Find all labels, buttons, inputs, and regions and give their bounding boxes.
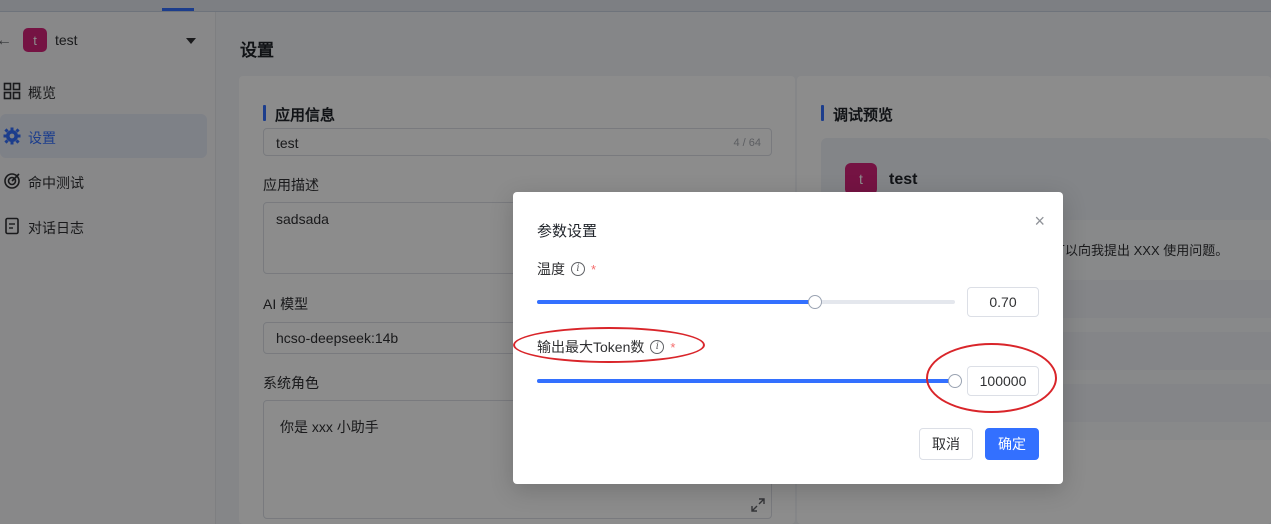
required-mark: * [670,339,676,355]
max-tokens-label-text: 输出最大Token数 [537,339,645,355]
temperature-input[interactable]: 0.70 [967,287,1039,317]
max-tokens-slider-thumb[interactable] [948,374,962,388]
required-mark: * [591,261,597,277]
max-tokens-slider-fill [537,379,955,383]
cancel-button[interactable]: 取消 [919,428,973,460]
dialog-title: 参数设置 [537,223,598,240]
close-icon[interactable]: × [1034,212,1045,230]
confirm-button[interactable]: 确定 [985,428,1039,460]
max-tokens-label: 输出最大Token数 i * [537,337,675,357]
temperature-slider-fill [537,300,815,304]
parameter-settings-dialog: 参数设置 × 温度 i * 0.70 输出最大Token数 i * 100000… [513,192,1063,484]
temperature-label: 温度 i * [537,259,596,279]
max-tokens-input[interactable]: 100000 [967,366,1039,396]
max-tokens-slider[interactable] [537,374,962,388]
temperature-slider-thumb[interactable] [807,295,822,309]
temperature-slider[interactable] [537,295,955,309]
info-icon[interactable]: i [571,262,585,276]
info-icon[interactable]: i [650,340,665,354]
temperature-label-text: 温度 [537,261,565,277]
